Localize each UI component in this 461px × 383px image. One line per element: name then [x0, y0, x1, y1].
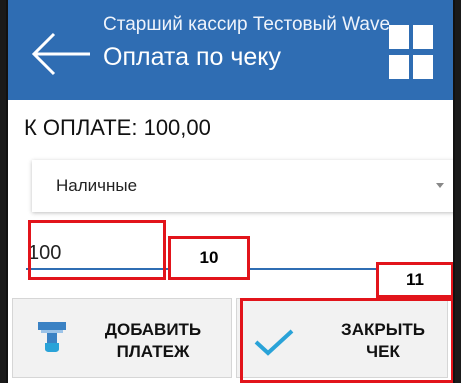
annotation-tag-input: 10	[168, 236, 250, 280]
app-bar: Старший кассир Тестовый Wave Оплата по ч…	[8, 0, 453, 100]
grid-cell	[413, 25, 433, 49]
payment-method-select[interactable]: Наличные	[32, 160, 453, 212]
grid-cell	[389, 25, 409, 49]
grid-cell	[413, 55, 433, 79]
grid-cell	[389, 55, 409, 79]
page-title: Оплата по чеку	[103, 43, 281, 71]
dropdown-caret-icon	[436, 183, 444, 188]
amount-due-label: К ОПЛАТЕ: 100,00	[24, 115, 211, 140]
add-payment-label: ДОБАВИТЬ ПЛАТЕЖ	[104, 320, 202, 361]
card-payment-icon	[38, 322, 66, 352]
payment-method-value: Наличные	[56, 176, 138, 195]
add-payment-button[interactable]: ДОБАВИТЬ ПЛАТЕЖ	[12, 298, 232, 378]
annotation-box-input	[28, 220, 166, 280]
app-screen: Старший кассир Тестовый Wave Оплата по ч…	[6, 0, 455, 383]
annotation-tag-close: 11	[376, 262, 453, 298]
grid-icon[interactable]	[389, 25, 433, 79]
user-subtitle: Старший кассир Тестовый Wave	[103, 14, 391, 35]
annotation-box-close	[240, 298, 453, 383]
title-block: Старший кассир Тестовый Wave Оплата по ч…	[103, 14, 391, 72]
arrow-left-icon[interactable]	[28, 32, 92, 76]
